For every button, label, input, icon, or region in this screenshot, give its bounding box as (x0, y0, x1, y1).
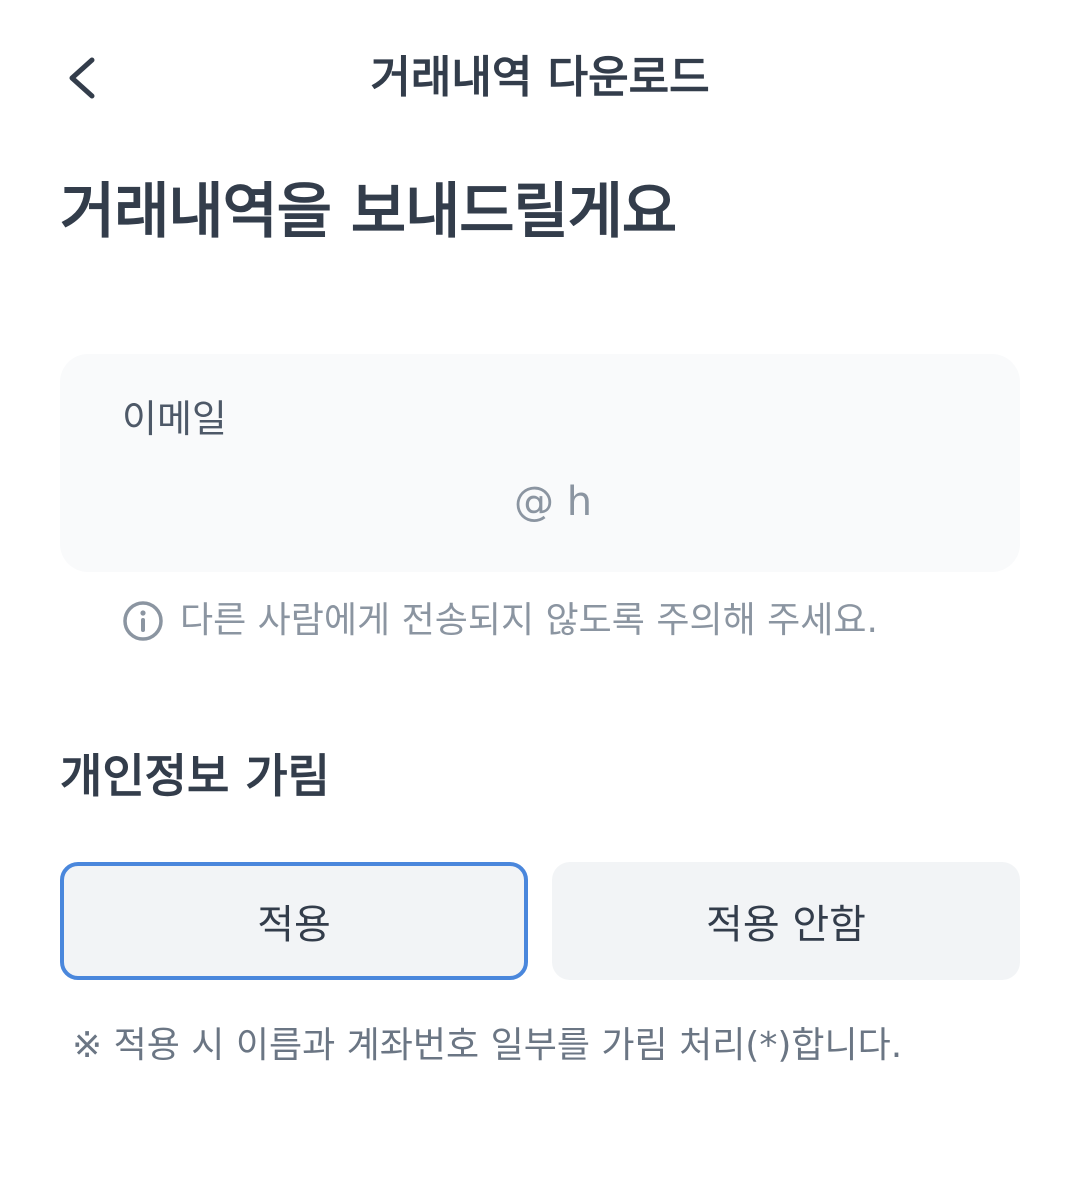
notice: 다른 사람에게 전송되지 않도록 주의해 주세요. (122, 596, 878, 646)
app-header: 거래내역 다운로드 (0, 0, 1080, 156)
notice-text: 다른 사람에게 전송되지 않도록 주의해 주세요. (180, 600, 878, 641)
email-label: 이메일 (122, 397, 227, 441)
apply-option-label: 적용 (257, 902, 331, 948)
email-field[interactable] (122, 474, 962, 530)
privacy-footnote: ※ 적용 시 이름과 계좌번호 일부를 가림 처리(*)합니다. (72, 1025, 903, 1066)
apply-option-button[interactable]: 적용 (60, 862, 528, 980)
email-card[interactable]: 이메일 (60, 354, 1020, 572)
info-icon (123, 601, 163, 641)
page-title: 거래내역을 보내드릴게요 (60, 177, 677, 247)
no-apply-option-label: 적용 안함 (706, 902, 866, 948)
header-title: 거래내역 다운로드 (370, 52, 710, 103)
no-apply-option-button[interactable]: 적용 안함 (552, 862, 1020, 980)
privacy-section-title: 개인정보 가림 (60, 749, 330, 803)
